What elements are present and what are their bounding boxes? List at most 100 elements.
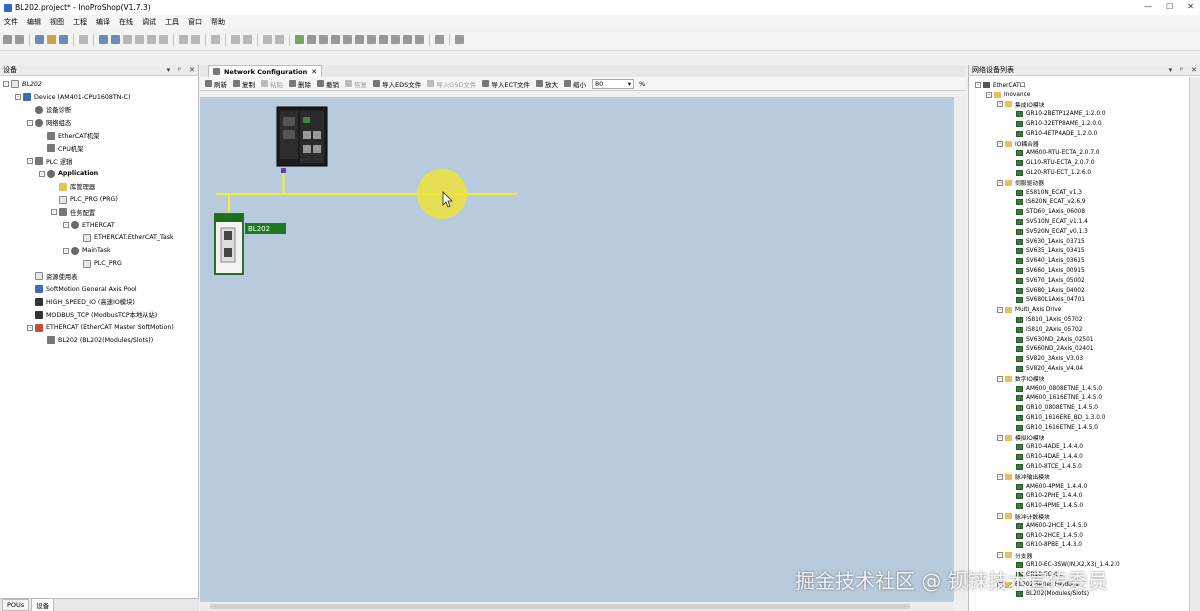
menu-view[interactable]: 视图 (50, 17, 64, 27)
network-device-item[interactable]: - IO耦合器 (997, 139, 1039, 149)
device-tree-item[interactable]: - PLC 逻辑 (0, 155, 198, 168)
device-tree-item[interactable]: SoftMotion General Axis Pool (0, 283, 198, 296)
tab-close-icon[interactable]: ✕ (311, 68, 317, 76)
tree-expander-icon[interactable]: - (51, 209, 57, 216)
device-tree-item[interactable]: - Application (0, 168, 198, 181)
network-device-item[interactable]: GR10-4DAE_1.4.4.0 (1008, 452, 1083, 462)
tree-expander-icon[interactable]: - (975, 81, 981, 88)
force-values-icon[interactable] (415, 35, 424, 44)
network-toolbar-button[interactable]: 复制 (233, 79, 255, 89)
network-device-item[interactable]: SV630ND_2Axis_02501 (1008, 335, 1093, 345)
panel-pin-icon[interactable]: ᵖ (178, 66, 181, 74)
network-device-item[interactable]: AM600_0808ETNE_1.4.5.0 (1008, 384, 1102, 394)
network-device-item[interactable]: GR10_1616ERE_BD_1.3.0.0 (1008, 413, 1105, 423)
cpu-module[interactable] (276, 106, 328, 167)
menu-debug[interactable]: 调试 (142, 17, 156, 27)
bookmark-icon[interactable] (211, 35, 220, 44)
device-tree-item[interactable]: BL202 (BL202(Modules/Slots)) (0, 334, 198, 347)
device-tree-item[interactable]: 设备诊断 (0, 104, 198, 117)
device-tree-item[interactable]: - 任务配置 (0, 206, 198, 219)
tab-devices[interactable]: 设备 (31, 598, 55, 611)
network-device-item[interactable]: GL10-RTU-ECTA_2.0.7.0 (1008, 158, 1095, 168)
logout-icon[interactable] (307, 35, 316, 44)
stop-icon[interactable] (331, 35, 340, 44)
login-icon[interactable] (295, 35, 304, 44)
tree-expander-icon[interactable]: - (997, 140, 1003, 147)
network-device-item[interactable]: GR10-2HCE_1.4.5.0 (1008, 531, 1083, 541)
undo-icon[interactable] (99, 35, 108, 44)
menu-online[interactable]: 在线 (119, 17, 133, 27)
network-device-item[interactable]: - EtherCAT口 (975, 80, 1025, 90)
network-device-item[interactable]: SV630_1Axis_03715 (1008, 237, 1085, 247)
panel-close-icon[interactable]: ✕ (189, 66, 195, 74)
network-device-item[interactable]: - Multi_Axis Drive (997, 305, 1061, 315)
new-project-icon[interactable] (35, 35, 44, 44)
network-toolbar-button[interactable]: 删除 (289, 79, 311, 89)
panel-close-icon[interactable]: ✕ (1191, 66, 1197, 74)
library-icon[interactable] (275, 35, 284, 44)
network-device-item[interactable]: AM600-RTU-ECTA_2.0.7.0 (1008, 149, 1100, 159)
tree-expander-icon[interactable]: - (27, 119, 33, 126)
network-device-item[interactable]: ES810N_ECAT_v1.3 (1008, 188, 1082, 198)
tab-network-configuration[interactable]: Network Configuration ✕ (208, 65, 323, 77)
network-device-item[interactable]: GR10-2BETP12AME_1.2.0.0 (1008, 109, 1106, 119)
tree-expander-icon[interactable]: - (997, 552, 1003, 559)
network-device-item[interactable]: - Inovance (986, 90, 1030, 100)
network-device-item[interactable]: GR10-4ETP4ADE_1.2.0.0 (1008, 129, 1097, 139)
step-into-icon[interactable] (379, 35, 388, 44)
device-tree-item[interactable]: 库管理器 (0, 180, 198, 193)
panel-pin-icon[interactable]: ᵖ (1180, 66, 1183, 74)
network-device-item[interactable]: GR10-4ADE_1.4.4.0 (1008, 443, 1083, 453)
back-icon[interactable] (3, 35, 12, 44)
cpu-ethercat-port[interactable] (281, 168, 286, 173)
tree-expander-icon[interactable]: - (997, 473, 1003, 480)
network-device-item[interactable]: - 数字IO模块 (997, 374, 1044, 384)
forward-icon[interactable] (15, 35, 24, 44)
menu-build[interactable]: 编译 (96, 17, 110, 27)
device-tree-item[interactable]: - BL202 (0, 78, 198, 91)
step-over-icon[interactable] (367, 35, 376, 44)
network-device-item[interactable]: AM600-4PME_1.4.4.0 (1008, 482, 1087, 492)
menu-help[interactable]: 帮助 (211, 17, 225, 27)
network-toolbar-button[interactable]: 恢复 (345, 79, 367, 89)
network-device-item[interactable]: SV510N_ECAT_v1.1.4 (1008, 217, 1088, 227)
tab-pous[interactable]: POUs (2, 599, 30, 611)
network-canvas[interactable]: BL202 (200, 97, 953, 601)
save-icon[interactable] (59, 35, 68, 44)
network-device-item[interactable]: SV635_1Axis_03415 (1008, 247, 1085, 257)
delete-icon[interactable] (159, 35, 168, 44)
replace-icon[interactable] (191, 35, 200, 44)
network-toolbar-button[interactable]: 导入ECT文件 (482, 79, 530, 89)
network-device-item[interactable]: GR10_1616ETNE_1.4.5.0 (1008, 423, 1098, 433)
build-icon[interactable] (231, 35, 240, 44)
menu-edit[interactable]: 编辑 (27, 17, 41, 27)
network-device-item[interactable]: SV670_1Axis_05002 (1008, 276, 1085, 286)
paste-icon[interactable] (147, 35, 156, 44)
minimize-button[interactable]: — (1144, 2, 1152, 11)
cut-icon[interactable] (123, 35, 132, 44)
tree-expander-icon[interactable]: - (63, 247, 69, 254)
write-values-icon[interactable] (403, 35, 412, 44)
device-tree-item[interactable]: PLC_PRG (0, 257, 198, 270)
redo-icon[interactable] (111, 35, 120, 44)
maximize-button[interactable]: ☐ (1166, 2, 1173, 11)
device-tree-item[interactable]: 资源使用表 (0, 270, 198, 283)
zoom-select[interactable]: 80 ▾ (592, 78, 635, 89)
device-tree-item[interactable]: - ETHERCAT (EtherCAT Master SoftMotion) (0, 321, 198, 334)
bl202-slave-module[interactable] (214, 213, 244, 275)
network-device-item[interactable]: SV520N_ECAT_v0.1.3 (1008, 227, 1088, 237)
device-tree-item[interactable]: - Device (AM401-CPU1608TN-C) (0, 91, 198, 104)
network-device-item[interactable]: - 伺服驱动器 (997, 178, 1044, 188)
network-device-item[interactable]: GL20-RTU-ECT_1.2.6.0 (1008, 168, 1091, 178)
options-icon[interactable] (455, 35, 464, 44)
tree-expander-icon[interactable]: - (997, 179, 1003, 186)
device-tree-item[interactable]: - 网络组态 (0, 116, 198, 129)
tree-expander-icon[interactable]: - (3, 81, 9, 88)
network-toolbar-button[interactable]: 缩小 (564, 79, 586, 89)
network-device-item[interactable]: IS620N_ECAT_v2.6.9 (1008, 198, 1086, 208)
network-device-item[interactable]: SV640_1Axis_03615 (1008, 256, 1085, 266)
device-tree-item[interactable]: - MainTask (0, 244, 198, 257)
network-device-item[interactable]: GR10-4PME_1.4.5.0 (1008, 501, 1083, 511)
network-device-item[interactable]: SV660_1Axis_00915 (1008, 266, 1085, 276)
network-device-item[interactable]: AM600_1616ETNE_1.4.5.0 (1008, 394, 1102, 404)
